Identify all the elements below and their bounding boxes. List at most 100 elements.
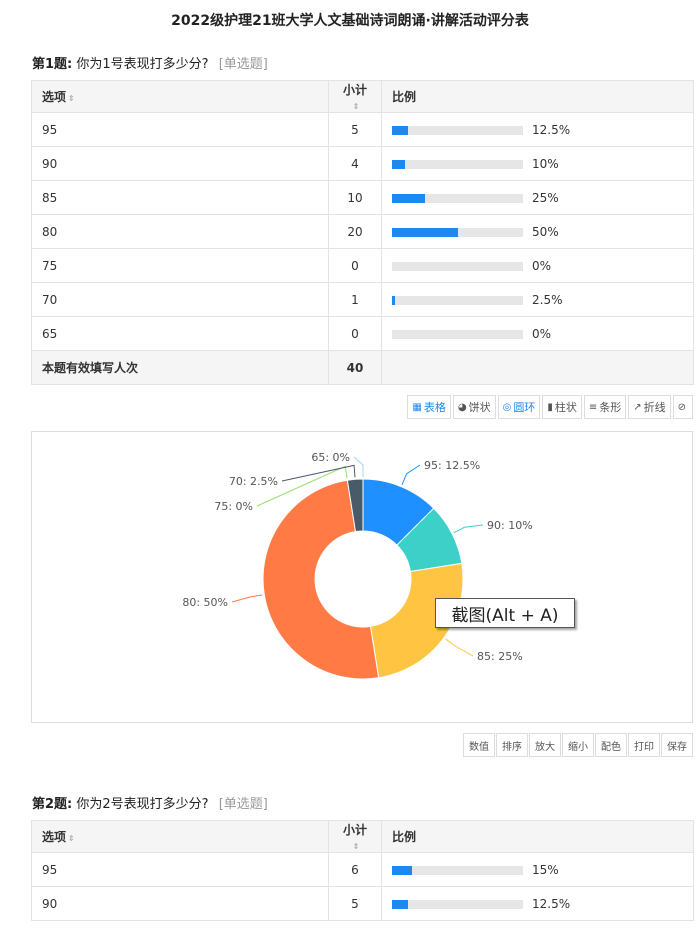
ratio-bar [392,227,523,237]
column-header-option[interactable]: 选项 ⇕ [31,80,329,113]
ratio-text: 12.5% [532,122,571,137]
table-row: 80 20 50% [31,214,694,249]
column-header-ratio: 比例 [381,820,694,853]
chart-tool-button[interactable]: 缩小 [562,733,594,757]
hide-chart-button[interactable]: ⊘ [672,395,693,419]
sort-icon[interactable]: ⇕ [353,842,360,851]
label-leader-line [353,456,364,477]
total-label: 本题有效填写人次 [31,350,329,385]
table-row: 85 10 25% [31,180,694,215]
table-row: 70 1 2.5% [31,282,694,317]
table-row: 65 0 0% [31,316,694,351]
option-cell: 95 [31,852,329,887]
chart-tool-button[interactable]: 保存 [661,733,693,757]
ratio-text: 15% [532,862,559,877]
table-row: 75 0 0% [31,248,694,283]
ratio-cell: 25% [381,180,694,215]
question-number: 第1题: [32,57,73,72]
ratio-text: 0% [532,326,552,341]
slice-label: 70: 2.5% [229,475,278,488]
question-text: 你为1号表现打多少分? [76,57,209,72]
column-icon: ▮ [547,401,553,413]
ratio-cell: 10% [381,146,694,181]
sort-icon[interactable]: ⇕ [68,834,75,843]
donut-chart: 95: 12.5% 90: 10% 85: 25% 80: 50% 75: 0% 70: … [31,431,693,723]
chart-type-button[interactable]: ▮ 柱状 [542,395,582,419]
count-cell: 0 [328,248,382,283]
chart-type-button[interactable]: ↗ 折线 [628,395,671,419]
ratio-bar-fill [392,865,412,875]
chart-type-button[interactable]: ◎ 圆环 [497,395,541,419]
ratio-text: 2.5% [532,292,563,307]
hide-icon: ⊘ [677,401,686,413]
pie-icon: ◕ [457,401,467,413]
ratio-bar-fill [392,295,396,305]
ratio-cell: 12.5% [381,112,694,147]
option-cell: 65 [31,316,329,351]
ratio-bar [392,865,523,875]
count-cell: 6 [328,852,382,887]
ratio-cell: 12.5% [381,886,694,921]
ratio-bar-fill [392,125,409,135]
slice-label: 95: 12.5% [424,459,480,472]
ratio-bar [392,261,523,271]
empty-cell [381,350,694,385]
question-2-table: 选项 ⇕ 小计⇕ 比例 95 6 15% 90 5 12.5% [31,820,694,921]
ratio-bar-fill [392,899,409,909]
label-leader-line [453,524,484,534]
question-1-table: 选项 ⇕ 小计⇕ 比例 95 5 12.5% 90 4 10% 85 10 25% 80 20 50% 7… [31,80,694,385]
chart-tool-button[interactable]: 数值 [463,733,495,757]
ratio-bar-fill [392,159,406,169]
line-icon: ↗ [633,401,642,413]
ratio-bar [392,193,523,203]
ratio-bar-fill [392,227,458,237]
option-cell: 75 [31,248,329,283]
option-cell: 80 [31,214,329,249]
column-header-option[interactable]: 选项 ⇕ [31,820,329,853]
slice-label: 75: 0% [214,500,253,513]
ratio-bar [392,159,523,169]
table-row: 95 5 12.5% [31,112,694,147]
sort-icon[interactable]: ⇕ [353,102,360,111]
ratio-cell: 0% [381,316,694,351]
screenshot-tooltip: 截图(Alt + A) [435,598,575,628]
count-cell: 20 [328,214,382,249]
ratio-text: 12.5% [532,896,571,911]
question-text: 你为2号表现打多少分? [76,797,209,812]
ratio-cell: 50% [381,214,694,249]
sort-icon[interactable]: ⇕ [68,94,75,103]
slice-label: 65: 0% [311,451,350,464]
chart-type-button[interactable]: ≡ 条形 [583,395,627,419]
chart-type-button[interactable]: ▦ 表格 [407,395,451,419]
ratio-text: 50% [532,224,559,239]
count-cell: 1 [328,282,382,317]
option-cell: 90 [31,886,329,921]
column-header-count[interactable]: 小计⇕ [328,80,382,113]
chart-tool-button[interactable]: 配色 [595,733,627,757]
chart-tool-button[interactable]: 排序 [496,733,528,757]
label-leader-line [445,638,474,657]
ratio-bar [392,899,523,909]
chart-type-button[interactable]: ◕ 饼状 [452,395,496,419]
ratio-bar-fill [392,193,425,203]
ratio-cell: 2.5% [381,282,694,317]
chart-tools: 数值 排序 放大 缩小 配色 打印 保存 [463,733,693,757]
count-cell: 10 [328,180,382,215]
chart-tool-button[interactable]: 放大 [529,733,561,757]
table-row: 90 4 10% [31,146,694,181]
question-type: [单选题] [218,797,268,812]
total-row: 本题有效填写人次 40 [31,350,694,385]
ratio-bar [392,125,523,135]
label-leader-line [231,594,263,603]
chart-tool-button[interactable]: 打印 [628,733,660,757]
ratio-text: 10% [532,156,559,171]
bar-icon: ≡ [588,401,598,413]
label-leader-line [401,464,421,485]
donut-icon: ◎ [502,401,512,413]
slice-label: 85: 25% [477,650,523,663]
page-title: 2022级护理21班大学人文基础诗词朗诵·讲解活动评分表 [171,13,529,29]
option-cell: 85 [31,180,329,215]
table-row: 95 6 15% [31,852,694,887]
column-header-count[interactable]: 小计⇕ [328,820,382,853]
option-cell: 95 [31,112,329,147]
